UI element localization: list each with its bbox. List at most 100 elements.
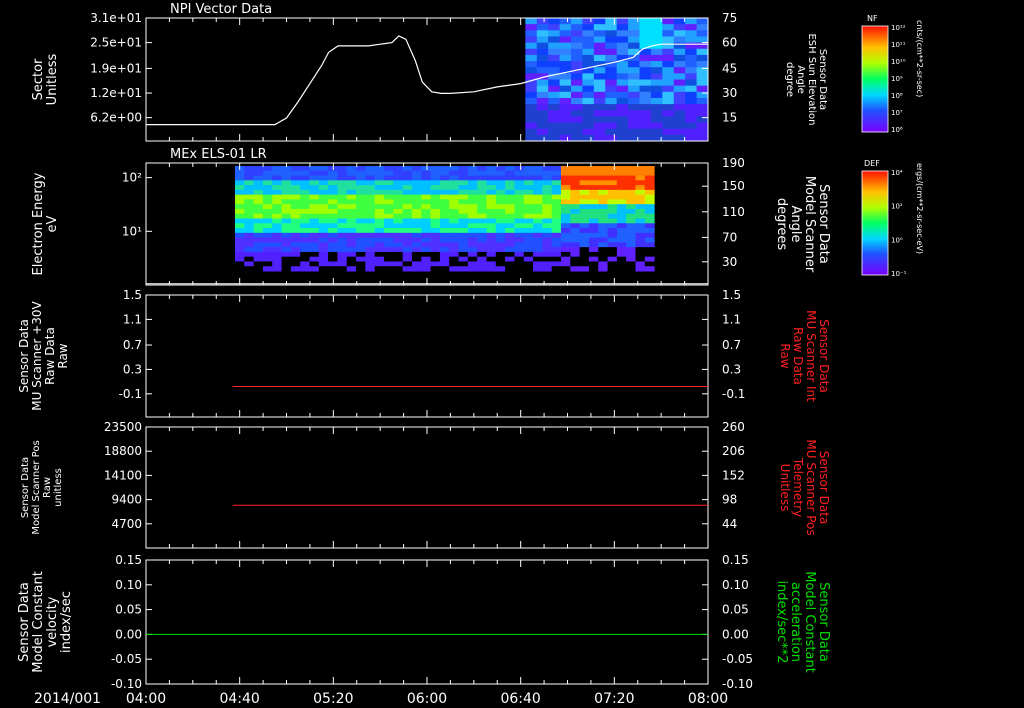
heatmap-cell xyxy=(402,218,413,224)
heatmap-cell xyxy=(662,61,675,68)
heatmap-cell xyxy=(374,166,385,172)
heatmap-cell xyxy=(337,242,348,248)
heatmap-cell xyxy=(650,61,663,68)
heatmap-cell xyxy=(365,251,376,258)
heatmap-cell xyxy=(328,218,338,224)
heatmap-cell xyxy=(421,232,432,239)
heatmap-cell xyxy=(309,175,320,181)
heatmap-cell xyxy=(458,228,469,234)
heatmap-cell xyxy=(234,218,245,224)
heatmap-cell xyxy=(486,228,497,234)
heatmap-cell xyxy=(337,266,348,272)
heatmap-cell xyxy=(505,242,515,248)
heatmap-cell xyxy=(402,251,413,258)
heatmap-cell xyxy=(571,42,583,50)
heatmap-cell xyxy=(514,189,525,196)
heatmap-cell xyxy=(272,199,283,205)
heatmap-cell xyxy=(486,237,497,243)
heatmap-cell xyxy=(365,166,376,172)
heatmap-cell xyxy=(525,42,538,50)
heatmap-cell xyxy=(571,30,583,37)
heatmap-cell xyxy=(449,242,460,248)
heatmap-cell xyxy=(571,79,583,87)
heatmap-cell xyxy=(495,208,506,215)
heatmap-cell xyxy=(644,223,655,229)
heatmap-cell xyxy=(411,175,422,181)
heatmap-cell xyxy=(411,218,422,224)
heatmap-cell xyxy=(234,170,245,177)
heatmap-cell xyxy=(318,170,329,177)
heatmap-cell xyxy=(616,36,629,44)
heatmap-cell xyxy=(458,204,469,210)
heatmap-cell xyxy=(639,36,652,44)
heatmap-cell xyxy=(467,232,478,239)
y-tick-label: 0.15 xyxy=(115,553,142,567)
heatmap-cell xyxy=(588,213,599,219)
y-tick-label: 60 xyxy=(722,36,737,50)
axis-label-line: Model Constant xyxy=(802,571,817,673)
heatmap-cell xyxy=(253,204,264,210)
heatmap-cell xyxy=(662,110,675,117)
heatmap-cell xyxy=(439,237,450,243)
heatmap-cell xyxy=(384,261,394,267)
heatmap-cell xyxy=(559,97,572,105)
axis-label-line: acceleration xyxy=(788,582,803,662)
heatmap-cell xyxy=(439,223,450,229)
heatmap-cell xyxy=(300,170,311,177)
heatmap-cell xyxy=(244,232,255,239)
heatmap-cell xyxy=(542,213,553,219)
heatmap-cell xyxy=(560,228,571,234)
y-tick-label: 18800 xyxy=(104,444,142,458)
axis-label-line: Raw Data xyxy=(791,327,805,385)
heatmap-cell xyxy=(495,194,506,200)
heatmap-cell xyxy=(309,266,320,272)
heatmap-cell xyxy=(411,185,422,191)
heatmap-cell xyxy=(328,204,338,210)
heatmap-cell xyxy=(571,48,583,56)
heatmap-cell xyxy=(605,36,618,44)
heatmap-cell xyxy=(262,261,273,267)
y-tick-label: 10¹ xyxy=(122,224,142,238)
heatmap-cell xyxy=(696,110,709,117)
heatmap-cell xyxy=(598,218,609,224)
heatmap-cell xyxy=(673,85,686,93)
model-constant-panel: 0.150.100.050.00-0.05-0.10 0.150.100.050… xyxy=(17,553,831,691)
right-axis-label: Sensor DataESH Sun ElevationAngledegree xyxy=(784,33,828,125)
heatmap-cell xyxy=(570,251,581,258)
heatmap-cell xyxy=(495,251,506,258)
heatmap-cell xyxy=(560,194,571,200)
heatmap-cell xyxy=(559,36,572,44)
heatmap-cell xyxy=(505,194,515,200)
heatmap-cell xyxy=(318,166,329,172)
heatmap-cell xyxy=(607,242,618,248)
heatmap-cell xyxy=(365,242,376,248)
heatmap-cell xyxy=(272,223,283,229)
y-tick-label: -0.05 xyxy=(722,652,753,666)
heatmap-cell xyxy=(384,266,394,272)
heatmap-cell xyxy=(309,218,320,224)
heatmap-cell xyxy=(635,251,646,258)
heatmap-cell xyxy=(272,232,283,239)
heatmap-cell xyxy=(644,175,655,181)
npi-heatmap xyxy=(525,18,709,142)
heatmap-cell xyxy=(393,166,404,172)
heatmap-cell xyxy=(421,166,432,172)
heatmap-cell xyxy=(411,170,422,177)
heatmap-cell xyxy=(514,237,525,243)
heatmap-cell xyxy=(253,194,264,200)
heatmap-cell xyxy=(430,261,441,267)
heatmap-cell xyxy=(616,18,629,25)
axis-label-line: Raw xyxy=(56,343,70,368)
heatmap-cell xyxy=(628,97,641,105)
heatmap-cell xyxy=(486,247,497,253)
heatmap-cell xyxy=(579,208,590,215)
heatmap-cell xyxy=(430,170,441,177)
heatmap-cell xyxy=(290,213,301,219)
heatmap-cell xyxy=(570,247,581,253)
heatmap-cell xyxy=(626,204,637,210)
heatmap-cell xyxy=(593,48,606,56)
heatmap-cell xyxy=(551,237,562,243)
heatmap-cell xyxy=(673,36,686,44)
heatmap-cell xyxy=(356,189,366,196)
heatmap-cell xyxy=(402,170,413,177)
